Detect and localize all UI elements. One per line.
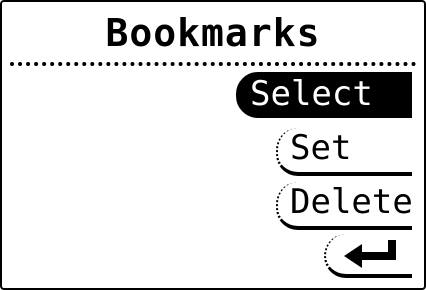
menu-item-delete[interactable]: Delete [276, 182, 413, 230]
enter-return-icon [340, 238, 404, 270]
menu-item-label: Set [290, 128, 352, 168]
title-divider [10, 62, 416, 66]
back-button[interactable] [324, 234, 412, 278]
menu-item-label: Select [250, 74, 373, 114]
bookmarks-screen: Bookmarks Select Set Delete [0, 0, 426, 290]
menu-item-select[interactable]: Select [236, 72, 412, 118]
page-title: Bookmarks [105, 11, 321, 55]
menu-item-set[interactable]: Set [276, 128, 412, 176]
menu-item-label: Delete [290, 182, 413, 222]
